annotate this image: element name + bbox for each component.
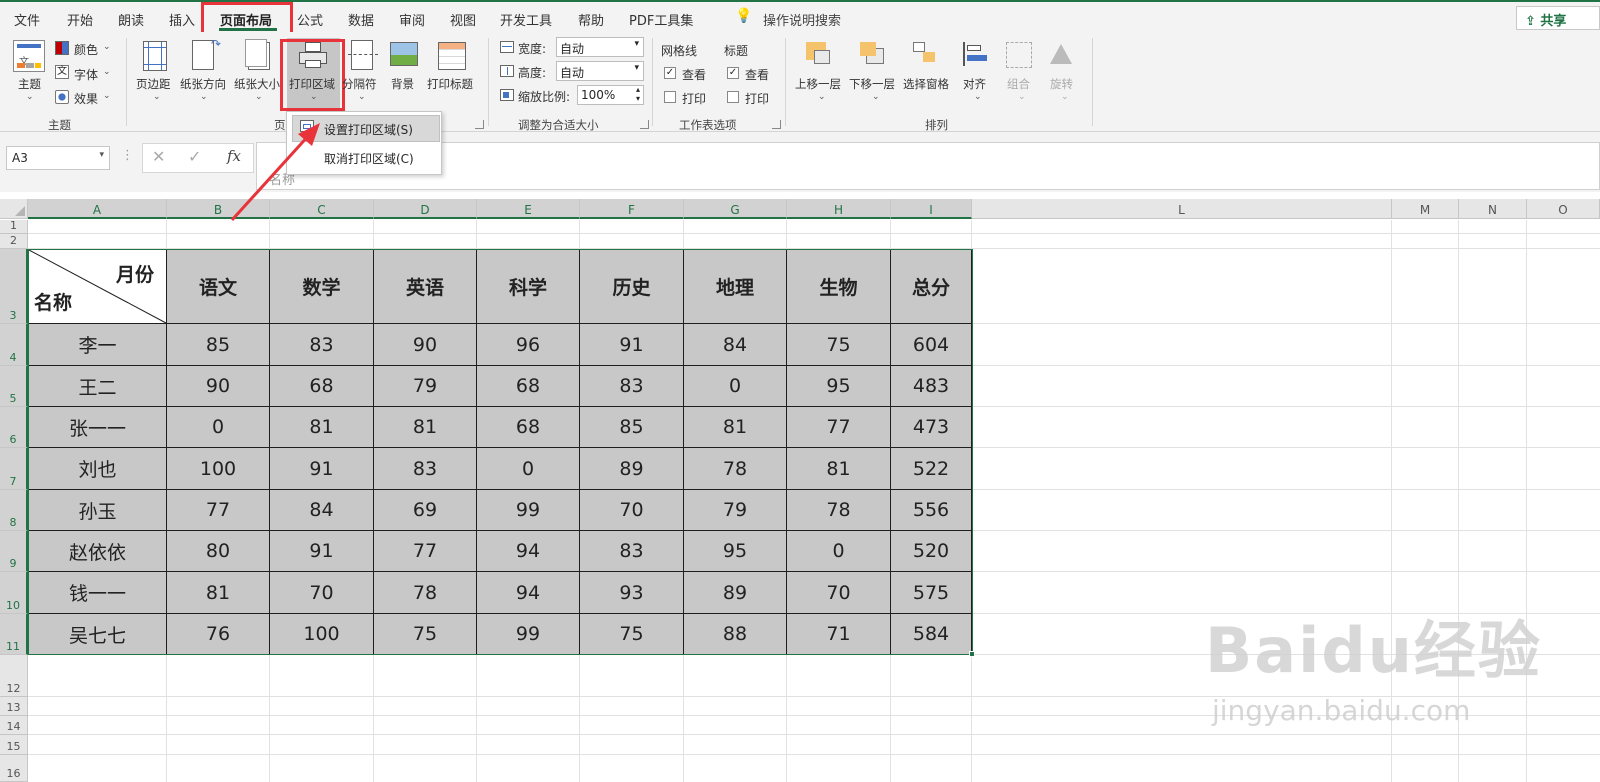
arrow-shaft [230,132,312,222]
watermark-brand: Baidu经验 [1205,614,1542,687]
watermark-url: jingyan.baidu.com [1212,694,1471,727]
